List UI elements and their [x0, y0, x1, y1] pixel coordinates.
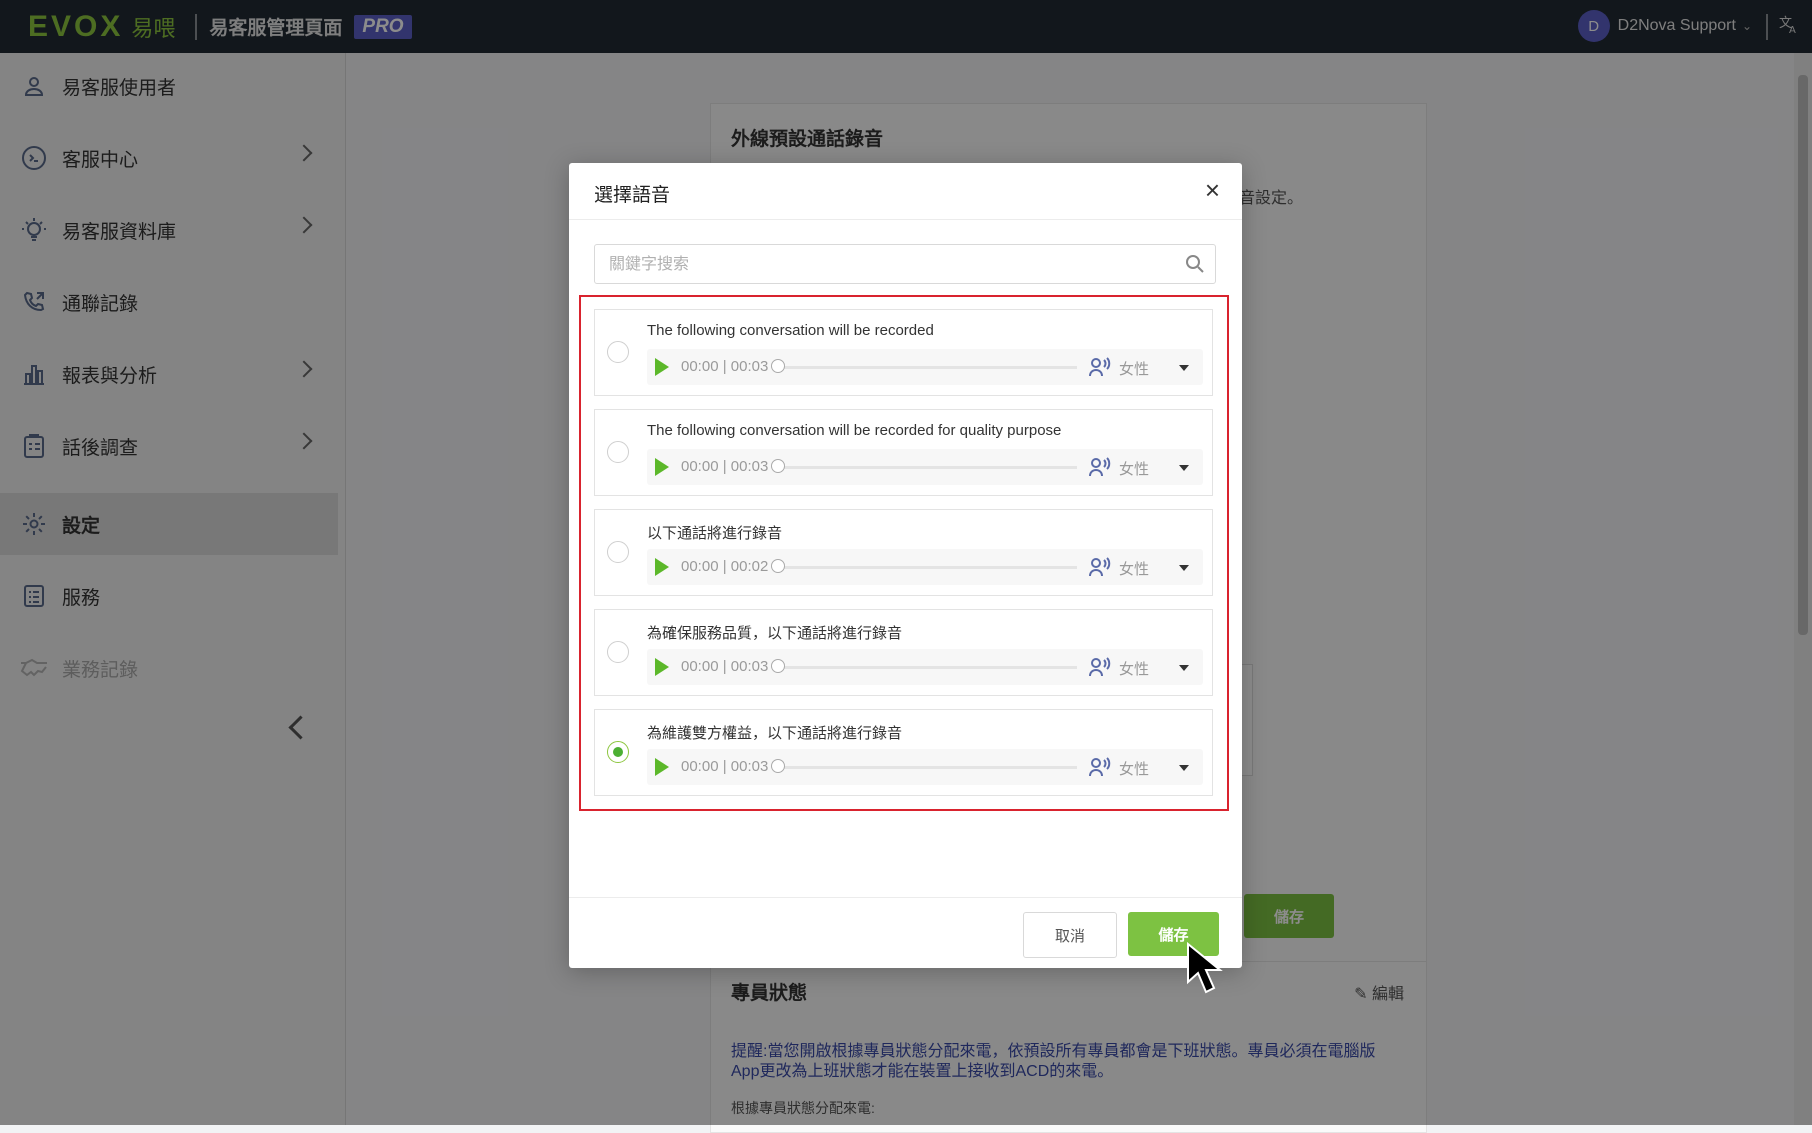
- progress-handle[interactable]: [771, 559, 785, 573]
- play-icon[interactable]: [655, 658, 669, 676]
- caret-down-icon[interactable]: [1179, 565, 1189, 571]
- progress-handle[interactable]: [771, 659, 785, 673]
- search-icon[interactable]: [1185, 254, 1205, 274]
- speaker-icon: [1089, 657, 1111, 677]
- audio-player: 00:00 | 00:03 女性: [647, 349, 1203, 385]
- time-display: 00:00 | 00:03: [681, 458, 769, 475]
- caret-down-icon[interactable]: [1179, 465, 1189, 471]
- progress-track[interactable]: [777, 466, 1077, 469]
- caret-down-icon[interactable]: [1179, 765, 1189, 771]
- search-field[interactable]: [594, 244, 1216, 284]
- play-icon[interactable]: [655, 458, 669, 476]
- list-item[interactable]: 為確保服務品質，以下通話將進行錄音 00:00 | 00:03 女性: [594, 609, 1213, 696]
- progress-track[interactable]: [777, 566, 1077, 569]
- list-item[interactable]: The following conversation will be recor…: [594, 409, 1213, 496]
- voice-radio[interactable]: [607, 541, 629, 563]
- play-icon[interactable]: [655, 358, 669, 376]
- progress-track[interactable]: [777, 666, 1077, 669]
- progress-track[interactable]: [777, 366, 1077, 369]
- voice-radio-selected[interactable]: [607, 741, 629, 763]
- play-icon[interactable]: [655, 558, 669, 576]
- modal-footer: 取消 儲存: [569, 897, 1242, 969]
- list-item[interactable]: 以下通話將進行錄音 00:00 | 00:02 女性: [594, 509, 1213, 596]
- voice-radio[interactable]: [607, 641, 629, 663]
- voice-radio[interactable]: [607, 341, 629, 363]
- cancel-button[interactable]: 取消: [1023, 912, 1117, 958]
- time-display: 00:00 | 00:03: [681, 658, 769, 675]
- voice-radio[interactable]: [607, 441, 629, 463]
- voice-text: 為確保服務品質，以下通話將進行錄音: [647, 625, 903, 642]
- gender-label: 女性: [1119, 361, 1150, 378]
- speaker-icon: [1089, 557, 1111, 577]
- voice-text: 為維護雙方權益，以下通話將進行錄音: [647, 725, 903, 742]
- gender-label: 女性: [1119, 761, 1150, 778]
- speaker-icon: [1089, 357, 1111, 377]
- gender-label: 女性: [1119, 561, 1150, 578]
- audio-player: 00:00 | 00:03 女性: [647, 749, 1203, 785]
- list-item[interactable]: 為維護雙方權益，以下通話將進行錄音 00:00 | 00:03 女性: [594, 709, 1213, 796]
- modal-header: 選擇語音 ×: [569, 163, 1242, 220]
- progress-track[interactable]: [777, 766, 1077, 769]
- speaker-icon: [1089, 757, 1111, 777]
- audio-player: 00:00 | 00:03 女性: [647, 649, 1203, 685]
- play-icon[interactable]: [655, 758, 669, 776]
- search-input[interactable]: [607, 253, 1171, 277]
- caret-down-icon[interactable]: [1179, 365, 1189, 371]
- gender-label: 女性: [1119, 661, 1150, 678]
- voice-text: 以下通話將進行錄音: [647, 525, 783, 542]
- progress-handle[interactable]: [771, 459, 785, 473]
- time-display: 00:00 | 00:03: [681, 358, 769, 375]
- modal-title: 選擇語音: [594, 185, 671, 206]
- close-icon[interactable]: ×: [1205, 175, 1220, 206]
- audio-player: 00:00 | 00:03 女性: [647, 449, 1203, 485]
- select-voice-modal: 選擇語音 × The following conversation will b…: [569, 163, 1242, 968]
- progress-handle[interactable]: [771, 759, 785, 773]
- time-display: 00:00 | 00:02: [681, 558, 769, 575]
- voice-list: The following conversation will be recor…: [579, 295, 1229, 811]
- voice-text: The following conversation will be recor…: [647, 422, 1062, 439]
- speaker-icon: [1089, 457, 1111, 477]
- time-display: 00:00 | 00:03: [681, 758, 769, 775]
- voice-text: The following conversation will be recor…: [647, 322, 934, 339]
- mouse-cursor-icon: [1187, 942, 1223, 994]
- progress-handle[interactable]: [771, 359, 785, 373]
- gender-label: 女性: [1119, 461, 1150, 478]
- caret-down-icon[interactable]: [1179, 665, 1189, 671]
- audio-player: 00:00 | 00:02 女性: [647, 549, 1203, 585]
- list-item[interactable]: The following conversation will be recor…: [594, 309, 1213, 396]
